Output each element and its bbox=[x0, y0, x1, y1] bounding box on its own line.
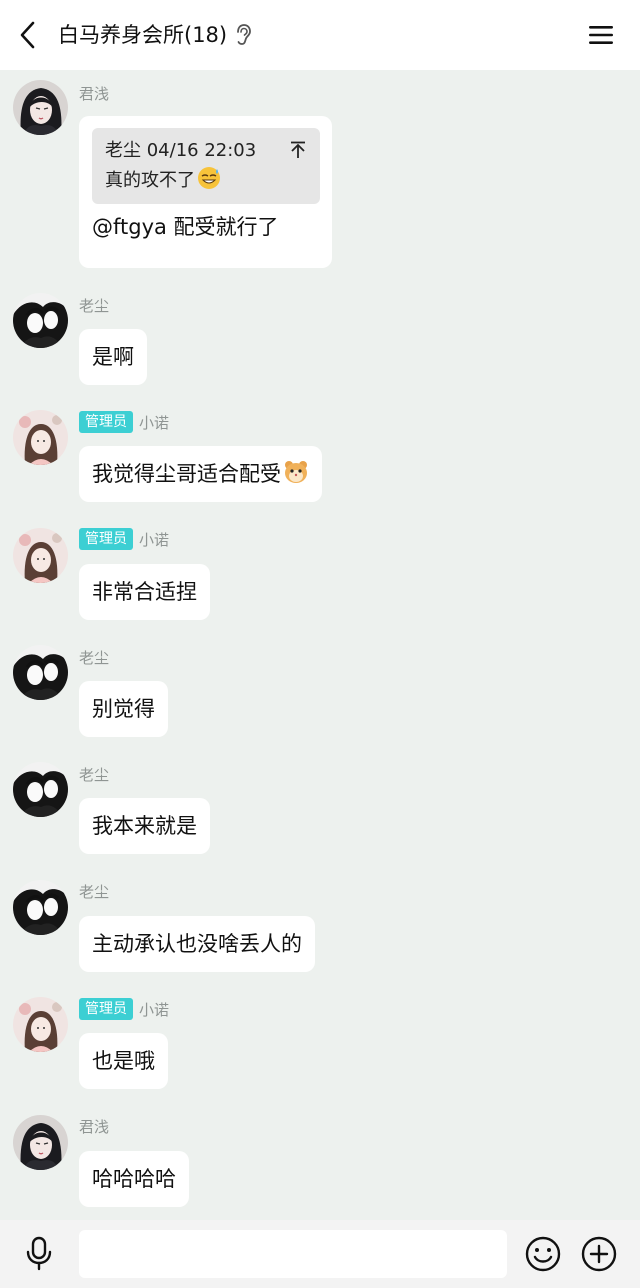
message-text: @ftgya 配受就行了 bbox=[92, 215, 279, 239]
avatar-laochen[interactable] bbox=[13, 762, 68, 817]
microphone-icon bbox=[26, 1236, 52, 1271]
avatar-xiaonuo[interactable] bbox=[13, 410, 68, 465]
voice-button[interactable] bbox=[20, 1234, 58, 1274]
admin-badge: 管理员 bbox=[79, 411, 133, 433]
avatar-laochen[interactable] bbox=[13, 645, 68, 700]
plus-circle-icon[interactable] bbox=[579, 1234, 619, 1274]
message-meta: 老尘 bbox=[79, 294, 109, 316]
avatar-laochen[interactable] bbox=[13, 880, 68, 935]
back-button[interactable] bbox=[10, 17, 46, 53]
sender-name: 老尘 bbox=[79, 882, 110, 901]
admin-badge: 管理员 bbox=[79, 998, 133, 1020]
message-bubble[interactable]: 非常合适捏 bbox=[79, 564, 210, 620]
quote-text: 真的攻不了 bbox=[105, 170, 195, 191]
message-bubble[interactable]: 我本来就是 bbox=[79, 798, 210, 854]
sender-name: 君浅 bbox=[79, 1117, 110, 1136]
sender-name: 小诺 bbox=[139, 1000, 170, 1019]
chevron-left-icon bbox=[20, 21, 35, 49]
avatar-xiaonuo[interactable] bbox=[13, 528, 68, 583]
sender-name: 老尘 bbox=[79, 296, 110, 315]
avatar-xiaonuo[interactable] bbox=[13, 997, 68, 1052]
message-meta: 管理员 小诺 bbox=[79, 528, 169, 550]
avatar-junqian[interactable] bbox=[13, 1115, 68, 1170]
message-bubble[interactable]: 是啊 bbox=[79, 329, 147, 385]
avatar-laochen[interactable] bbox=[13, 293, 68, 348]
message-bubble[interactable]: 也是哦 bbox=[79, 1033, 168, 1089]
message-bubble[interactable]: 老尘 04/16 22:03 真的攻不了 @ftgya 配受就行了 bbox=[79, 116, 332, 268]
hamburger-menu-icon bbox=[589, 26, 613, 44]
input-bar bbox=[0, 1220, 640, 1288]
hamster-emoji bbox=[285, 461, 307, 483]
message-meta: 老尘 bbox=[79, 646, 109, 668]
message-bubble[interactable]: 哈哈哈哈 bbox=[79, 1151, 189, 1207]
message-meta: 老尘 bbox=[79, 880, 109, 902]
avatar-junqian[interactable] bbox=[13, 80, 68, 135]
chat-title[interactable]: 白马养身会所(18) bbox=[58, 20, 227, 50]
sender-name: 小诺 bbox=[139, 413, 170, 432]
message-input[interactable] bbox=[79, 1230, 507, 1278]
message-bubble[interactable]: 别觉得 bbox=[79, 681, 168, 737]
message-meta: 君浅 bbox=[79, 1115, 109, 1137]
sweat-smile-emoji bbox=[198, 167, 220, 189]
message-text: 我觉得尘哥适合配受 bbox=[92, 462, 281, 486]
quote-meta: 老尘 04/16 22:03 bbox=[105, 140, 257, 161]
message-meta: 君浅 bbox=[79, 82, 109, 104]
ear-icon[interactable] bbox=[233, 23, 253, 47]
quoted-message[interactable]: 老尘 04/16 22:03 真的攻不了 bbox=[92, 128, 320, 204]
message-bubble[interactable]: 主动承认也没啥丢人的 bbox=[79, 916, 315, 972]
sender-name: 君浅 bbox=[79, 84, 110, 103]
sender-name: 老尘 bbox=[79, 648, 110, 667]
chat-header: 白马养身会所(18) bbox=[0, 0, 640, 70]
smiley-icon[interactable] bbox=[523, 1234, 563, 1274]
sender-name: 小诺 bbox=[139, 530, 170, 549]
message-bubble[interactable]: 我觉得尘哥适合配受 bbox=[79, 446, 322, 502]
admin-badge: 管理员 bbox=[79, 528, 133, 550]
message-meta: 老尘 bbox=[79, 763, 109, 785]
message-meta: 管理员 小诺 bbox=[79, 998, 169, 1020]
pin-top-icon[interactable] bbox=[290, 141, 306, 159]
menu-button[interactable] bbox=[582, 17, 620, 53]
sender-name: 老尘 bbox=[79, 765, 110, 784]
message-meta: 管理员 小诺 bbox=[79, 411, 169, 433]
